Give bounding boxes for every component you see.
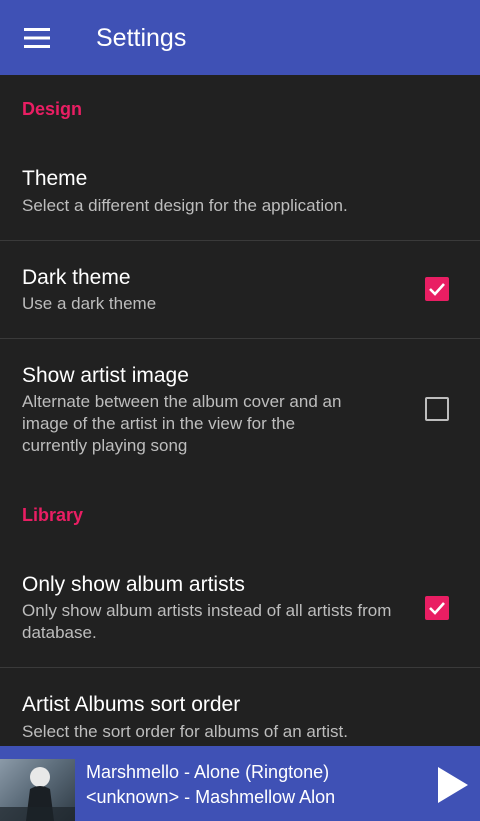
now-playing-title: Marshmello - Alone (Ringtone) xyxy=(86,762,330,782)
menu-button[interactable] xyxy=(14,16,60,60)
pref-title: Dark theme xyxy=(22,266,131,289)
page-title: Settings xyxy=(96,24,187,52)
pref-title: Only show album artists xyxy=(22,573,245,596)
checkmark-icon xyxy=(429,283,445,296)
checkmark-icon xyxy=(429,602,445,615)
now-playing-artist: <unknown> - Mashmellow Alon xyxy=(86,787,336,807)
pref-artist-albums-sort-order[interactable]: Artist Albums sort order Select the sort… xyxy=(0,668,480,746)
pref-title: Artist Albums sort order xyxy=(22,693,241,716)
album-art-figure xyxy=(0,767,75,821)
show-artist-image-checkbox[interactable] xyxy=(425,397,449,421)
pref-summary: Select the sort order for albums of an a… xyxy=(22,722,348,741)
pref-summary: Select a different design for the applic… xyxy=(22,196,348,215)
play-icon[interactable] xyxy=(430,764,472,806)
pref-only-album-artists[interactable]: Only show album artists Only show album … xyxy=(0,551,480,667)
pref-summary: Alternate between the album cover and an… xyxy=(22,392,342,455)
pref-title: Show artist image xyxy=(22,364,189,387)
pref-title: Theme xyxy=(22,167,88,190)
pref-show-artist-image[interactable]: Show artist image Alternate between the … xyxy=(0,339,480,469)
pref-summary: Only show album artists instead of all a… xyxy=(22,601,392,642)
dark-theme-checkbox[interactable] xyxy=(425,277,449,301)
category-library: Library xyxy=(22,505,84,525)
pref-dark-theme[interactable]: Dark theme Use a dark theme xyxy=(0,241,480,338)
settings-list: Design Theme Select a different design f… xyxy=(0,75,480,746)
mini-player[interactable]: Marshmello - Alone (Ringtone) <unknown> … xyxy=(0,746,480,821)
pref-theme[interactable]: Theme Select a different design for the … xyxy=(0,150,480,240)
hamburger-menu-icon xyxy=(24,28,50,48)
app-bar: Settings xyxy=(0,0,480,75)
only-album-artists-checkbox[interactable] xyxy=(425,596,449,620)
pref-summary: Use a dark theme xyxy=(22,294,157,313)
album-art xyxy=(0,759,75,821)
category-design: Design xyxy=(22,99,83,119)
